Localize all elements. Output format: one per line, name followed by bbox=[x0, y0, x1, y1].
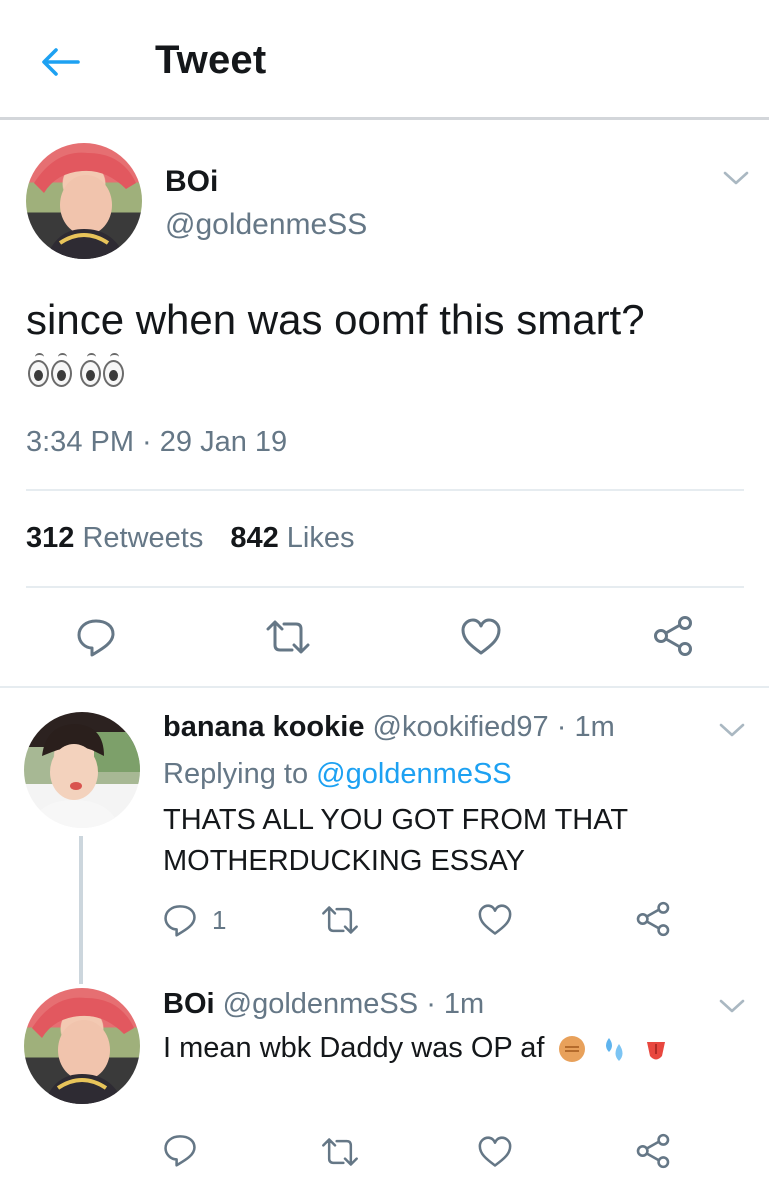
author-name[interactable]: BOi bbox=[165, 165, 218, 199]
sweat-droplets-emoji bbox=[605, 1038, 623, 1062]
reply-author-handle[interactable]: @goldenmeSS bbox=[223, 988, 419, 1020]
reply-time: · 1m bbox=[426, 988, 485, 1020]
heart-icon bbox=[461, 618, 501, 655]
eyes-emoji bbox=[80, 353, 124, 387]
replying-prefix: Replying to bbox=[163, 758, 309, 790]
avatar[interactable] bbox=[26, 143, 142, 259]
raised-fist-emoji bbox=[558, 1036, 585, 1063]
reply-button[interactable] bbox=[160, 1130, 200, 1170]
retweet-icon bbox=[322, 906, 358, 934]
retweet-icon bbox=[322, 1138, 358, 1166]
likes-stat[interactable]: 842 Likes bbox=[230, 522, 354, 555]
share-icon bbox=[654, 616, 692, 656]
tweet-stats: 312 Retweets 842 Likes bbox=[26, 522, 355, 555]
reply-text: THATS ALL YOU GOT FROM THAT MOTHERDUCKIN… bbox=[163, 800, 628, 882]
retweet-button[interactable] bbox=[318, 1132, 362, 1172]
chevron-down-icon[interactable] bbox=[718, 720, 746, 740]
retweet-icon bbox=[266, 620, 310, 654]
reply-icon bbox=[77, 619, 115, 657]
share-button[interactable] bbox=[632, 898, 674, 940]
tweet-timestamp: 3:34 PM · 29 Jan 19 bbox=[26, 426, 288, 458]
retweets-label: Retweets bbox=[82, 522, 204, 554]
chevron-down-icon[interactable] bbox=[722, 168, 750, 188]
likes-label: Likes bbox=[286, 522, 355, 554]
top-bar: Tweet bbox=[0, 0, 769, 120]
reply-header: banana kookie @kookified97 · 1m bbox=[163, 711, 615, 744]
reply-text-line: MOTHERDUCKING ESSAY bbox=[163, 845, 526, 877]
retweets-stat[interactable]: 312 Retweets bbox=[26, 522, 203, 555]
reply-icon bbox=[164, 1135, 196, 1167]
heart-icon bbox=[478, 904, 512, 935]
thread-line bbox=[79, 836, 83, 984]
tweet-text: since when was oomf this smart? bbox=[26, 296, 645, 343]
like-button[interactable] bbox=[456, 614, 506, 660]
share-button[interactable] bbox=[648, 612, 698, 660]
back-button[interactable] bbox=[34, 38, 86, 86]
share-icon bbox=[636, 1133, 670, 1169]
reply-icon bbox=[164, 905, 196, 937]
heart-icon bbox=[478, 1136, 512, 1167]
divider bbox=[26, 586, 744, 588]
author-handle[interactable]: @goldenmeSS bbox=[165, 208, 367, 242]
reply-button[interactable] bbox=[72, 614, 120, 660]
reply-author-name[interactable]: BOi bbox=[163, 988, 215, 1020]
chevron-down-icon[interactable] bbox=[718, 996, 746, 1016]
retweet-button[interactable] bbox=[262, 614, 314, 660]
reply-author-handle[interactable]: @kookified97 bbox=[373, 711, 549, 743]
reply-author-name[interactable]: banana kookie bbox=[163, 711, 364, 743]
avatar[interactable] bbox=[24, 988, 140, 1104]
replying-to: Replying to @goldenmeSS bbox=[163, 758, 512, 791]
likes-count: 842 bbox=[230, 522, 279, 554]
like-button[interactable] bbox=[474, 1132, 516, 1172]
page-title: Tweet bbox=[155, 38, 267, 82]
arrow-left-icon bbox=[42, 48, 80, 76]
reply-button[interactable] bbox=[160, 900, 200, 940]
retweets-count: 312 bbox=[26, 522, 75, 554]
eyes-emoji bbox=[28, 353, 72, 387]
share-icon bbox=[636, 901, 670, 937]
divider bbox=[26, 489, 744, 491]
share-button[interactable] bbox=[632, 1130, 674, 1172]
reply-time: · 1m bbox=[556, 711, 615, 743]
avatar[interactable] bbox=[24, 712, 140, 828]
tongue-emoji bbox=[646, 1042, 665, 1060]
replying-handle-link[interactable]: @goldenmeSS bbox=[316, 758, 512, 790]
reply-text-line: THATS ALL YOU GOT FROM THAT bbox=[163, 804, 629, 836]
divider bbox=[0, 686, 769, 688]
reply-count: 1 bbox=[212, 905, 227, 935]
eyes-emoji-group bbox=[28, 353, 124, 387]
reply-text-line: I mean wbk Daddy was OP af bbox=[163, 1032, 545, 1064]
retweet-button[interactable] bbox=[318, 900, 362, 940]
reply-text: I mean wbk Daddy was OP af bbox=[163, 1028, 671, 1069]
reply-header: BOi @goldenmeSS · 1m bbox=[163, 988, 484, 1021]
like-button[interactable] bbox=[474, 900, 516, 940]
